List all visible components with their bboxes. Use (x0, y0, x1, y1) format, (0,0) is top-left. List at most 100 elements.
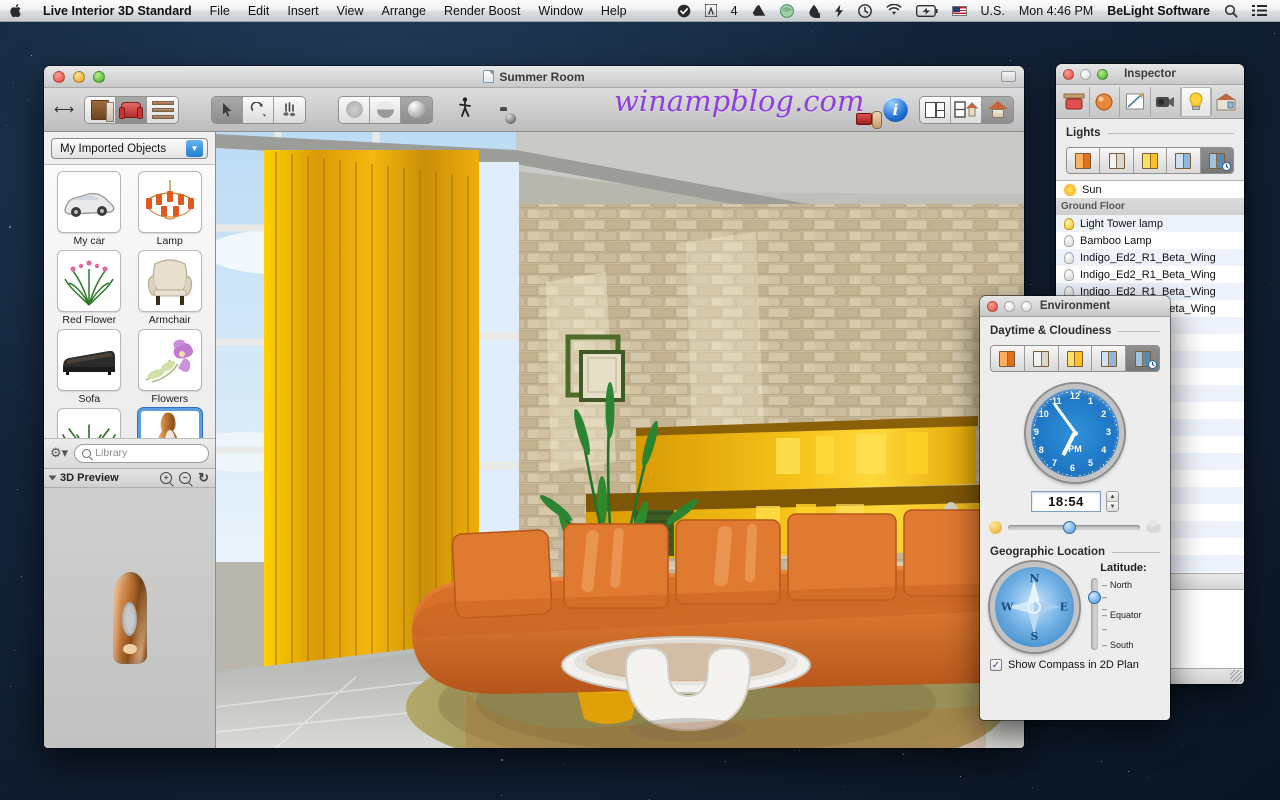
light-list-item[interactable]: Indigo_Ed2_R1_Beta_Wing (1056, 249, 1244, 266)
stepper-down-icon[interactable]: ▼ (1107, 502, 1118, 511)
info-icon[interactable]: i (883, 97, 908, 122)
day-light-icon[interactable] (1100, 148, 1133, 173)
menu-edit[interactable]: Edit (239, 0, 279, 22)
search-input[interactable]: Library (74, 444, 209, 463)
light-list-item[interactable]: Light Tower lamp (1056, 215, 1244, 232)
menu-file[interactable]: File (201, 0, 239, 22)
collection-dropdown[interactable]: My Imported Objects ▼ (51, 138, 208, 159)
window-titlebar[interactable]: Summer Room (44, 66, 1024, 88)
clock-minute-hand[interactable] (1053, 403, 1076, 434)
flat-shading-icon[interactable] (339, 97, 370, 123)
gear-icon[interactable]: ⚙▾ (50, 445, 68, 461)
car-thumb[interactable] (57, 171, 121, 233)
bulb-off-icon[interactable] (1064, 235, 1074, 247)
arrow-icon[interactable] (212, 97, 243, 123)
tab-material[interactable] (1090, 87, 1121, 117)
library-object[interactable]: Sofa (51, 329, 128, 405)
battery-status-icon[interactable] (909, 0, 945, 22)
library-object[interactable]: Red Flower (51, 250, 128, 326)
tab-edit[interactable] (1120, 87, 1151, 117)
latitude-slider-knob[interactable] (1088, 591, 1101, 604)
inspector-resize-grip-icon[interactable] (1230, 670, 1242, 682)
split-view-icon[interactable] (951, 97, 982, 123)
library-object[interactable]: Lamp (132, 171, 209, 247)
door-icon[interactable] (85, 97, 116, 123)
library-object[interactable]: Bush (51, 408, 128, 438)
cloudiness-slider[interactable] (1008, 525, 1140, 530)
menu-arrange[interactable]: Arrange (373, 0, 435, 22)
preview-3d-viewport[interactable] (44, 488, 215, 749)
menu-window[interactable]: Window (529, 0, 591, 22)
compass-widget[interactable]: N E S W (990, 562, 1079, 652)
cool-light-icon[interactable] (1167, 148, 1200, 173)
evening-sky-icon[interactable] (991, 346, 1025, 371)
bulb-off-icon[interactable] (1064, 252, 1074, 264)
light-list-item[interactable]: Bamboo Lamp (1056, 232, 1244, 249)
statue-thumb[interactable] (138, 408, 202, 438)
chandelier-thumb[interactable] (138, 171, 202, 233)
tab-light[interactable] (1181, 87, 1212, 117)
glossy-shading-icon[interactable] (401, 97, 432, 123)
list-icon[interactable] (147, 97, 178, 123)
inspector-titlebar[interactable]: Inspector (1056, 64, 1244, 85)
sofa-thumb[interactable] (57, 329, 121, 391)
cloudy-sky-icon[interactable] (1092, 346, 1126, 371)
dropbox-status-icon[interactable] (773, 0, 801, 22)
tab-camera[interactable] (1151, 87, 1182, 117)
menu-insert[interactable]: Insert (278, 0, 327, 22)
evening-light-icon[interactable] (1067, 148, 1100, 173)
tab-building[interactable] (1212, 87, 1242, 117)
warm-light-icon[interactable] (1134, 148, 1167, 173)
menu-help[interactable]: Help (592, 0, 636, 22)
rotate-icon[interactable] (243, 97, 274, 123)
walk-pan-icon[interactable] (274, 97, 305, 123)
locale-label[interactable]: U.S. (974, 4, 1012, 18)
menu-view[interactable]: View (328, 0, 373, 22)
menu-clock[interactable]: Mon 4:46 PM (1012, 4, 1100, 18)
chevron-down-icon[interactable]: ▼ (186, 140, 203, 157)
sunny-sky-icon[interactable] (1059, 346, 1093, 371)
drive-status-icon[interactable] (745, 0, 773, 22)
apple-menu-icon[interactable] (0, 3, 34, 18)
droplet-status-icon[interactable] (801, 0, 827, 22)
time-light-icon[interactable] (1201, 148, 1233, 173)
wifi-status-icon[interactable] (879, 0, 909, 22)
menu-user-name[interactable]: BeLight Software (1100, 4, 1217, 18)
library-object[interactable]: Armchair (132, 250, 209, 326)
show-compass-checkbox[interactable]: ✓ (990, 659, 1002, 671)
library-object[interactable]: Flowers (132, 329, 209, 405)
menu-render-boost[interactable]: Render Boost (435, 0, 529, 22)
rotate-preview-icon[interactable]: ↻ (198, 470, 209, 486)
smooth-shading-icon[interactable] (370, 97, 401, 123)
custom-time-icon[interactable] (1126, 346, 1159, 371)
cloudiness-slider-knob[interactable] (1063, 521, 1076, 534)
environment-titlebar[interactable]: Environment (980, 296, 1170, 317)
stepper-up-icon[interactable]: ▲ (1107, 492, 1118, 502)
bolt-status-icon[interactable] (827, 0, 851, 22)
tab-object[interactable] (1059, 87, 1090, 117)
library-object[interactable]: My car (51, 171, 128, 247)
bush-thumb[interactable] (57, 408, 121, 438)
clear-sky-icon[interactable] (1025, 346, 1059, 371)
checkmark-status-icon[interactable] (670, 0, 698, 22)
zoom-out-icon[interactable]: − (179, 472, 191, 484)
plan-2d-icon[interactable] (920, 97, 951, 123)
zoom-in-icon[interactable]: + (160, 472, 172, 484)
adobe-status-icon[interactable] (698, 0, 724, 22)
furniture-icon[interactable] (116, 97, 147, 123)
flowers-thumb[interactable] (138, 329, 202, 391)
resize-sidebar-icon[interactable]: ⟷ (54, 101, 74, 118)
armchair-thumb[interactable] (138, 250, 202, 312)
bulb-on-icon[interactable] (1064, 218, 1074, 230)
spotlight-search-icon[interactable] (1217, 0, 1245, 22)
notification-center-icon[interactable] (1245, 0, 1274, 22)
red-flower-thumb[interactable] (57, 250, 121, 312)
light-list-item[interactable]: Indigo_Ed2_R1_Beta_Wing (1056, 266, 1244, 283)
disclosure-triangle-icon[interactable] (49, 475, 57, 480)
walk-through-icon[interactable] (457, 97, 474, 123)
analog-clock[interactable]: 12 1 2 3 4 5 6 7 8 9 10 11 PM (1026, 384, 1124, 482)
library-object[interactable]: Statue (132, 408, 209, 438)
bulb-off-icon[interactable] (1064, 269, 1074, 281)
viewport-3d[interactable] (216, 132, 1024, 748)
latitude-slider[interactable] (1091, 578, 1098, 650)
